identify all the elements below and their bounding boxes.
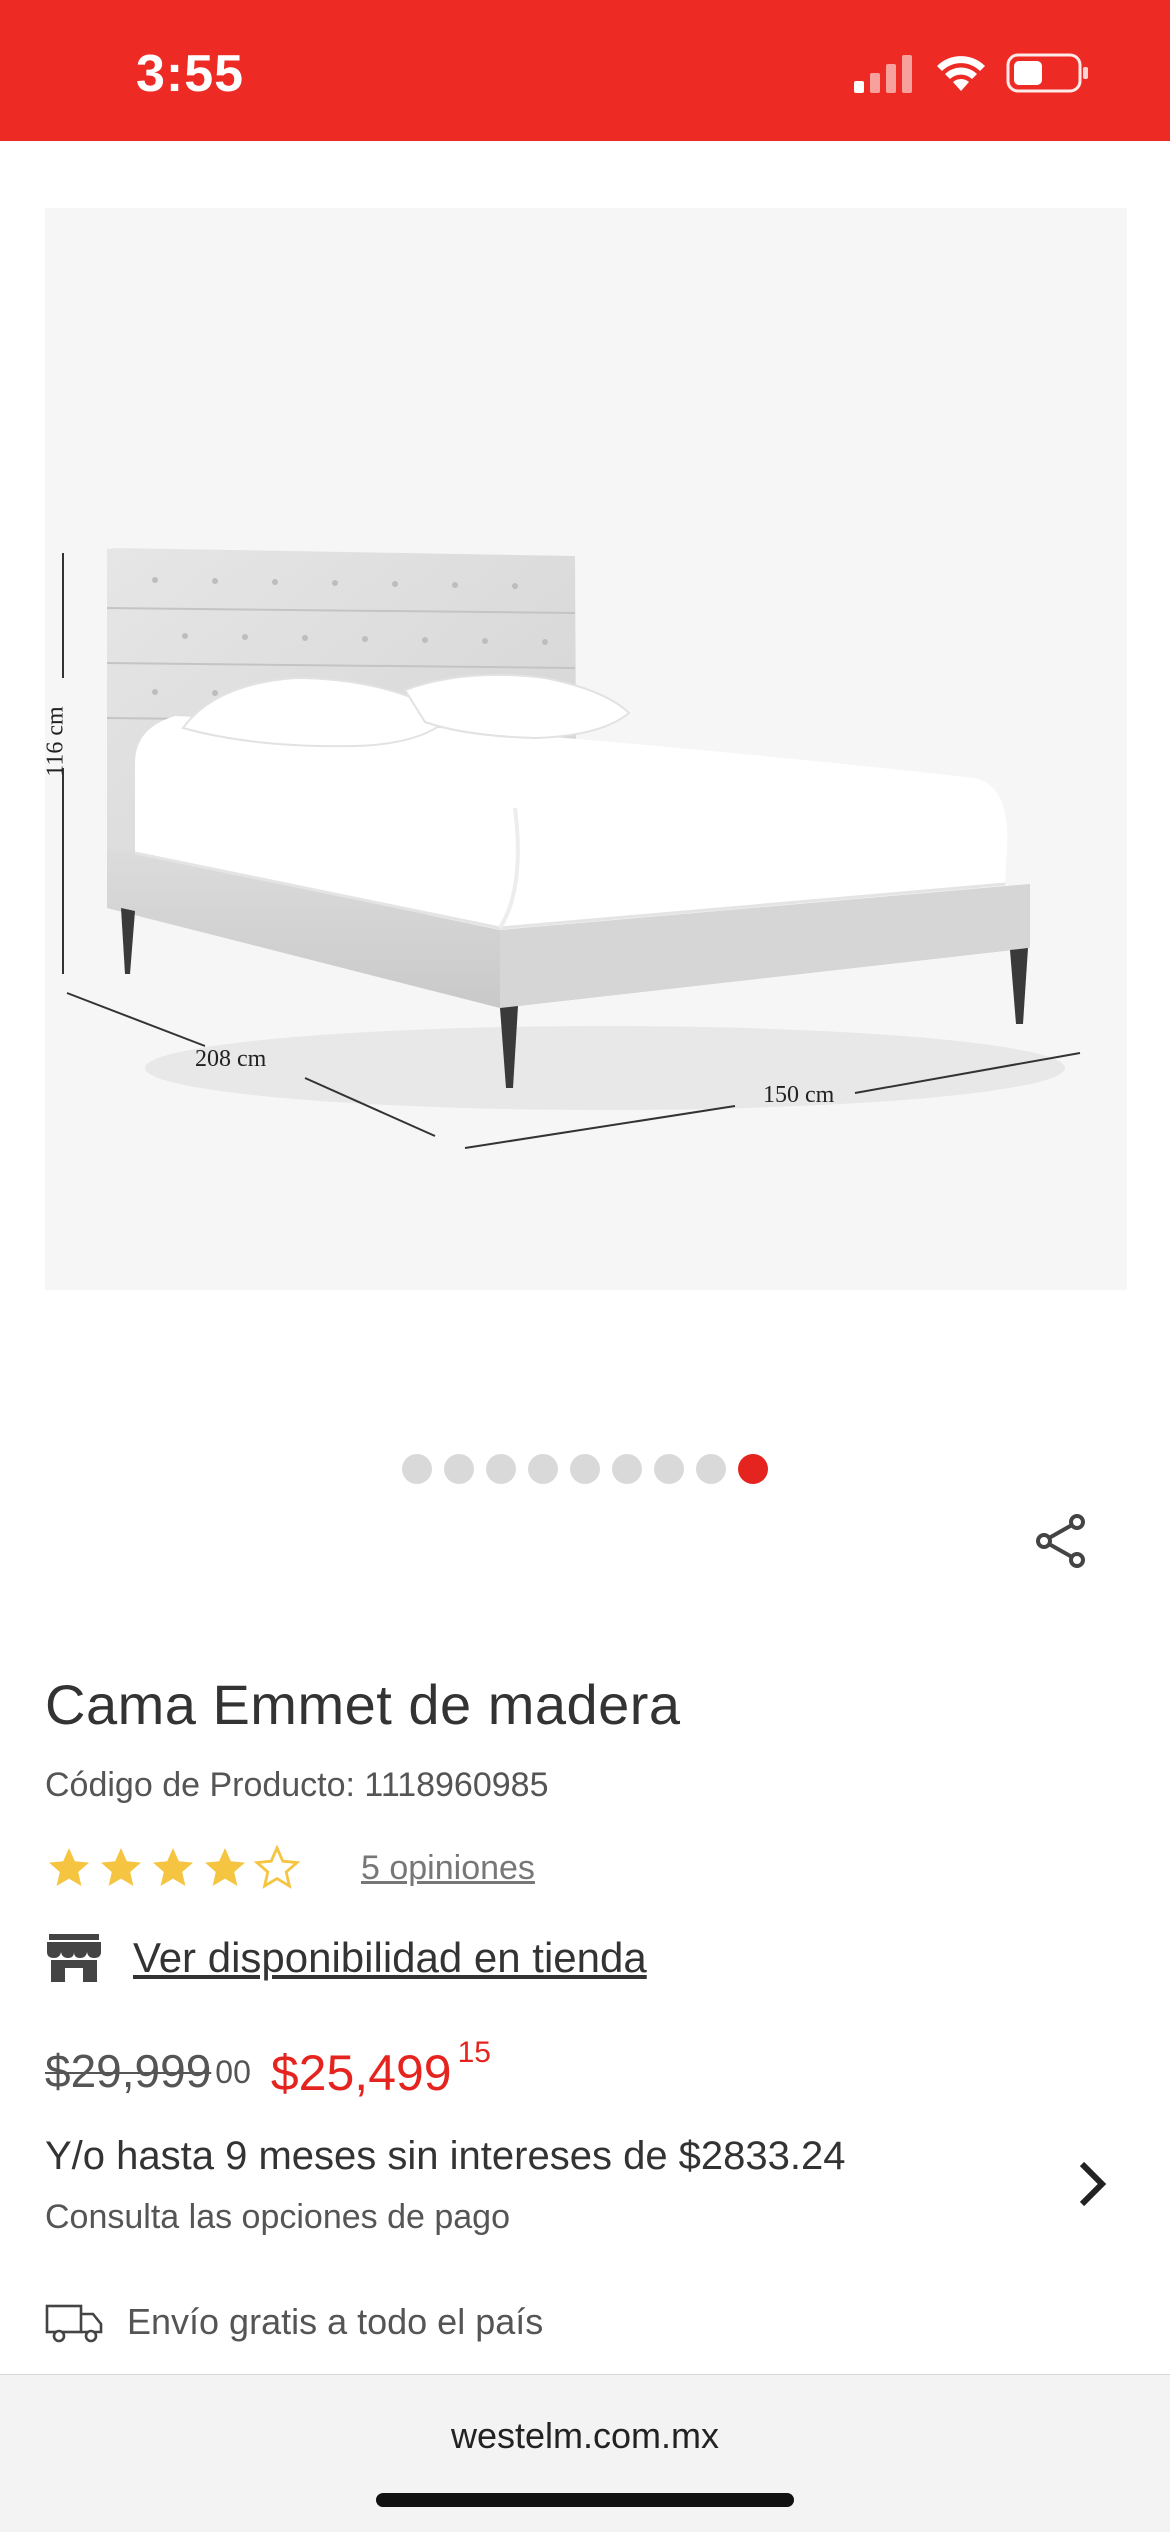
star-empty-icon <box>253 1844 301 1889</box>
home-indicator[interactable] <box>376 2493 794 2507</box>
old-price-cents: 00 <box>215 2054 251 2090</box>
star-filled-icon <box>101 1848 141 1886</box>
carousel-dot[interactable] <box>444 1454 474 1484</box>
installments-title[interactable]: Y/o hasta 9 meses sin intereses de $2833… <box>45 2134 846 2179</box>
product-title: Cama Emmet de madera <box>45 1673 681 1736</box>
shipping-label: Envío gratis a todo el país <box>127 2301 544 2342</box>
carousel-dot-active[interactable] <box>738 1454 768 1484</box>
product-sku: Código de Producto: 1118960985 <box>45 1766 549 1804</box>
browser-url-bar[interactable]: westelm.com.mx <box>0 2374 1170 2532</box>
carousel-dot[interactable] <box>486 1454 516 1484</box>
carousel-dot[interactable] <box>402 1454 432 1484</box>
browser-url[interactable]: westelm.com.mx <box>0 2415 1170 2457</box>
bed-illustration <box>45 208 1127 1290</box>
carousel-dot[interactable] <box>654 1454 684 1484</box>
status-bar: 3:55 <box>0 0 1170 141</box>
installments-subtitle[interactable]: Consulta las opciones de pago <box>45 2198 510 2237</box>
dim-depth-label: 208 cm <box>195 1046 267 1072</box>
share-icon[interactable] <box>1032 1512 1090 1570</box>
old-price: $29,999 <box>45 2045 212 2097</box>
battery-icon <box>1006 53 1088 93</box>
reviews-link[interactable]: 5 opiniones <box>361 1849 535 1888</box>
store-availability[interactable]: Ver disponibilidad en tienda <box>45 1932 647 1984</box>
status-icons <box>854 52 1090 94</box>
carousel-dot[interactable] <box>696 1454 726 1484</box>
star-filled-icon <box>153 1848 193 1886</box>
sale-price-cents: 15 <box>457 2036 491 2069</box>
product-image[interactable]: 116 cm 208 cm 150 cm <box>45 208 1127 1290</box>
product-rating: 5 opiniones <box>45 1844 535 1892</box>
wifi-icon <box>937 56 985 91</box>
shipping-info: Envío gratis a todo el país <box>45 2300 543 2344</box>
carousel-dot[interactable] <box>528 1454 558 1484</box>
carousel-dot[interactable] <box>612 1454 642 1484</box>
store-availability-link[interactable]: Ver disponibilidad en tienda <box>133 1934 647 1982</box>
chevron-right-icon[interactable] <box>1072 2158 1112 2210</box>
truck-icon <box>45 2304 103 2343</box>
carousel-dots <box>0 1454 1170 1484</box>
cellular-signal-icon <box>854 55 912 93</box>
sale-price: $25,499 <box>270 2045 452 2101</box>
rating-stars <box>45 1844 301 1892</box>
status-time: 3:55 <box>136 45 245 103</box>
dim-width-label: 150 cm <box>763 1082 835 1108</box>
carousel-dot[interactable] <box>570 1454 600 1484</box>
dim-height-label: 116 cm <box>45 706 69 777</box>
price-row: $29,999 00 $25,499 15 <box>45 2036 491 2102</box>
star-filled-icon <box>205 1848 245 1886</box>
store-icon <box>47 1934 101 1982</box>
star-filled-icon <box>49 1848 89 1886</box>
